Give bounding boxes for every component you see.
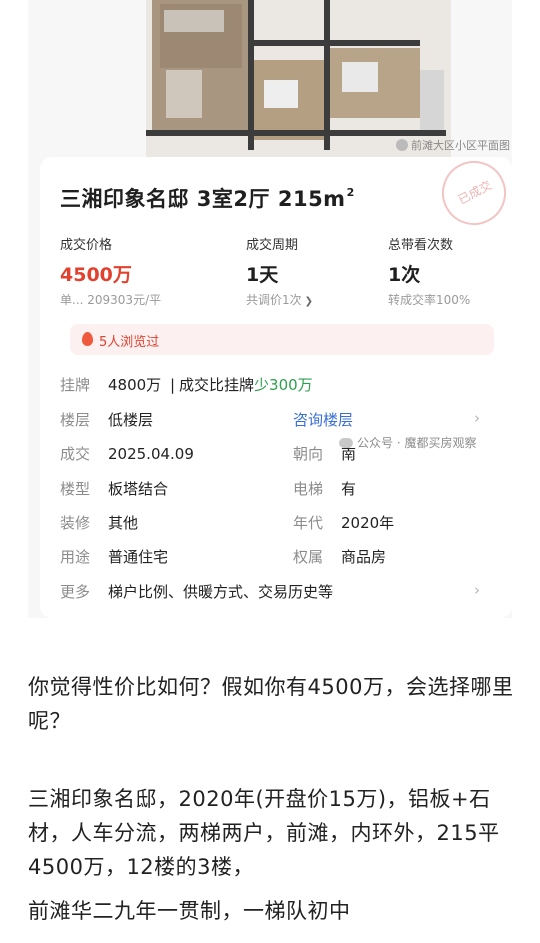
stat-cycle[interactable]: 成交周期 1天 共调价1次 ❯	[246, 234, 313, 308]
detail-row: 电梯有	[293, 478, 356, 499]
title-sup: 2	[346, 186, 355, 199]
viewed-banner: 5人浏览过	[70, 324, 494, 355]
stat-visits: 总带看次数 1次 转成交率100%	[388, 234, 470, 308]
listing-title: 三湘印象名邸 3室2厅 215m2	[60, 183, 355, 213]
row-key: 用途	[60, 548, 91, 566]
stat-value: 1次	[388, 264, 421, 286]
stat-value: 4500万	[60, 264, 132, 286]
consult-floor-text: 咨询楼层	[293, 411, 354, 429]
row-value: 普通住宅	[108, 548, 169, 566]
consult-floor-link[interactable]: 咨询楼层	[293, 409, 353, 430]
compare-label: 成交比挂牌	[179, 376, 255, 394]
watermark-text: 公众号 · 魔都买房观察	[357, 436, 477, 450]
article-paragraph: 你觉得性价比如何？假如你有4500万，会选择哪里呢？	[28, 675, 514, 733]
article-paragraph: 三湘印象名邸，2020年(开盘价15万)，铝板+石材，人车分流，两梯两户，前滩，…	[28, 787, 500, 879]
row-key: 楼型	[60, 480, 91, 498]
floorplan-caption: 前滩大区小区平面图	[396, 137, 510, 153]
row-key: 年代	[293, 514, 324, 532]
account-watermark: 公众号 · 魔都买房观察	[339, 434, 476, 451]
detail-row: 楼型 板塔结合	[60, 478, 168, 499]
stat-value: 1天	[246, 264, 279, 286]
stat-label: 总带看次数	[388, 238, 454, 253]
floorplan-caption-text: 前滩大区小区平面图	[411, 139, 510, 152]
row-key: 朝向	[293, 445, 324, 463]
row-value: 商品房	[341, 548, 387, 566]
row-value: 2020年	[341, 514, 395, 532]
row-separator: |	[169, 376, 176, 394]
stat-sub: 转成交率100%	[388, 293, 471, 307]
compare-value: 少300万	[254, 376, 313, 394]
deal-card: 三湘印象名邸 3室2厅 215m2 已成交 成交价格 4500万 单... 20…	[40, 149, 518, 618]
detail-row: 用途 普通住宅	[60, 546, 168, 567]
listing-price-row: 挂牌 4800万 | 成交比挂牌少300万	[60, 374, 313, 395]
detail-row: 年代 2020年	[293, 512, 394, 533]
detail-row: 成交 2025.04.09	[60, 443, 194, 464]
row-value: 其他	[108, 514, 139, 532]
row-key: 更多	[60, 583, 91, 601]
chevron-right-icon[interactable]: ›	[474, 581, 480, 599]
stat-sub: 单... 209303元/平	[60, 293, 162, 307]
stat-label: 成交周期	[246, 238, 299, 253]
stat-sub: 共调价1次 ❯	[246, 291, 313, 308]
row-value: 梯户比例、供暖方式、交易历史等	[108, 583, 334, 601]
sold-stamp: 已成交	[430, 149, 518, 237]
stat-label: 成交价格	[60, 238, 113, 253]
wechat-icon	[396, 139, 408, 151]
row-key: 权属	[293, 548, 324, 566]
row-key: 挂牌	[60, 376, 91, 394]
row-key: 成交	[60, 445, 91, 463]
row-value: 板塔结合	[108, 480, 169, 498]
chevron-right-icon: ❯	[304, 296, 314, 307]
chevron-right-icon[interactable]: ›	[474, 409, 480, 427]
more-row[interactable]: 更多 梯户比例、供暖方式、交易历史等	[60, 581, 333, 602]
row-key: 电梯	[293, 480, 324, 498]
detail-row: 装修 其他	[60, 512, 138, 533]
row-value: 2025.04.09	[108, 445, 194, 463]
title-text: 三湘印象名邸 3室2厅 215m	[60, 187, 346, 211]
floor-row: 楼层 低楼层	[60, 409, 153, 430]
listing-screenshot: 前滩大区小区平面图 三湘印象名邸 3室2厅 215m2 已成交 成交价格 450…	[28, 0, 518, 618]
row-value: 有	[341, 480, 357, 498]
row-value: 低楼层	[108, 411, 154, 429]
row-value: 4800万	[108, 376, 162, 394]
detail-row: 权属 商品房	[293, 546, 386, 567]
wechat-icon	[339, 438, 353, 448]
stat-sub-text: 共调价1次	[246, 293, 302, 307]
row-key: 装修	[60, 514, 91, 532]
row-key: 楼层	[60, 411, 91, 429]
stat-price: 成交价格 4500万 单... 209303元/平	[60, 234, 161, 308]
viewed-text: 5人浏览过	[99, 335, 160, 350]
stamp-text: 已成交	[455, 177, 495, 208]
article-paragraph: 前滩华二九年一贯制，一梯队初中	[28, 899, 351, 923]
flame-icon	[82, 332, 93, 346]
